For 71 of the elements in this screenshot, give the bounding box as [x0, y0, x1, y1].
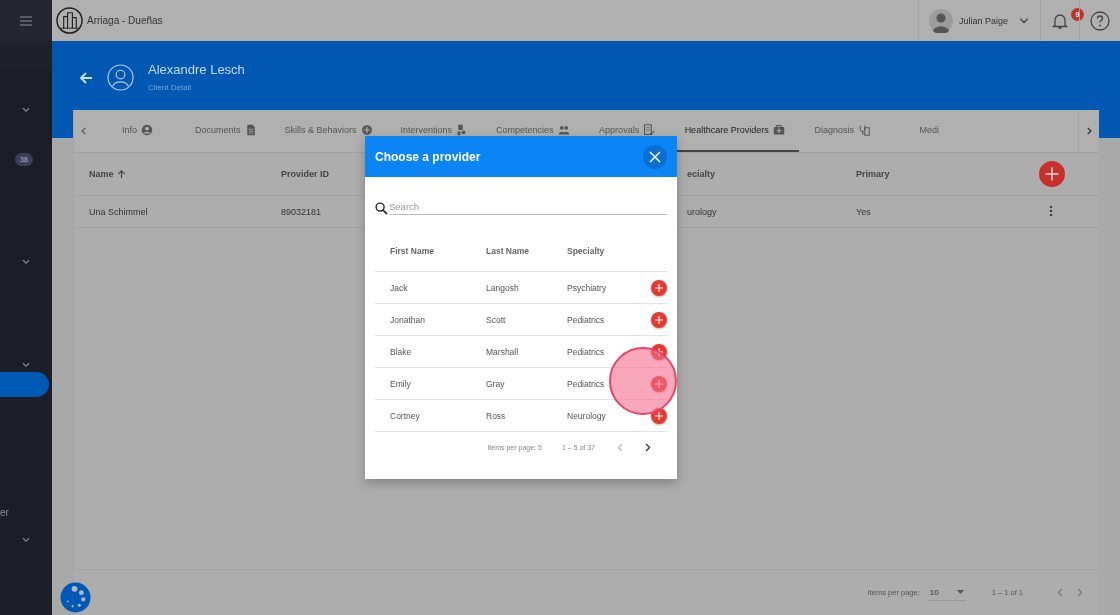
table-cell: Neurology	[567, 410, 606, 421]
chevron-right-icon[interactable]	[1084, 126, 1094, 136]
close-button[interactable]	[643, 144, 667, 169]
add-button[interactable]	[651, 311, 667, 328]
table-cell: urology	[687, 206, 717, 217]
click-highlight	[609, 347, 677, 415]
chevron-down-icon[interactable]	[21, 257, 31, 267]
tab[interactable]: Documents	[181, 110, 271, 152]
table-cell: Marshall	[486, 346, 519, 357]
search-icon	[375, 202, 388, 215]
dots-logo-icon[interactable]	[60, 582, 91, 613]
user-circle-icon	[107, 64, 134, 91]
stethoscope-icon	[857, 124, 870, 136]
table-cell: Una Schimmel	[89, 206, 148, 217]
tab[interactable]: Diagnosis	[798, 110, 886, 152]
nav-item[interactable]	[0, 372, 49, 397]
column-header: Last Name	[486, 246, 529, 256]
column-header: Specialty	[567, 246, 605, 256]
search-field[interactable]: Search	[389, 199, 667, 215]
add-button[interactable]	[651, 343, 667, 360]
column-header[interactable]: Name	[89, 169, 114, 179]
close-icon[interactable]	[649, 150, 661, 163]
table-cell: Jack	[390, 282, 408, 293]
tab[interactable]: Info	[94, 110, 181, 152]
add-button[interactable]	[1039, 161, 1065, 187]
page-subtitle: Client Detail	[148, 83, 193, 92]
nav-label[interactable]: er	[0, 507, 9, 518]
client-name: Alexandre Lesch	[148, 62, 245, 77]
column-header[interactable]: Provider ID	[281, 169, 329, 179]
caret-icon[interactable]	[956, 590, 964, 594]
medical-case-icon	[772, 124, 785, 136]
table-cell: Langosh	[486, 282, 519, 293]
app-title: Arriaga - Dueñas	[87, 15, 164, 26]
back-arrow-icon[interactable]	[79, 71, 93, 85]
column-header[interactable]: ecialty	[687, 169, 716, 179]
dialog-title: Choose a provider	[375, 149, 481, 164]
table-cell: Pediatrics	[567, 378, 605, 389]
table-cell: Pediatrics	[567, 346, 605, 357]
table-cell: Gray	[486, 378, 505, 389]
chevron-down-icon[interactable]	[21, 105, 31, 115]
checklist-icon	[643, 124, 656, 136]
table-cell: 89032181	[281, 206, 322, 217]
chevron-left-icon[interactable]	[79, 126, 89, 136]
column-header: First Name	[390, 246, 434, 256]
table-cell: Scott	[486, 314, 506, 325]
table-cell: Emily	[390, 378, 411, 389]
document-icon	[244, 124, 257, 136]
user-name[interactable]: Julian Paige	[958, 15, 1008, 26]
menu-icon[interactable]	[20, 15, 32, 26]
city-logo-icon	[56, 7, 83, 34]
table-cell: Pediatrics	[567, 314, 605, 325]
add-button[interactable]	[651, 407, 667, 424]
table-cell: Blake	[390, 346, 412, 357]
help-icon[interactable]	[1090, 10, 1110, 31]
table-cell: Jonathan	[390, 314, 425, 325]
table-cell: Yes	[856, 206, 871, 217]
column-header[interactable]: Primary	[856, 169, 890, 179]
table-cell: Cortney	[390, 410, 420, 421]
sort-arrow-icon[interactable]	[116, 169, 126, 179]
add-button[interactable]	[651, 279, 667, 296]
more-options-icon[interactable]	[1049, 204, 1053, 217]
table-cell: Ross	[486, 410, 506, 421]
table-cell: Psychiatry	[567, 282, 607, 293]
person-icon	[141, 124, 153, 136]
chevron-down-icon[interactable]	[21, 360, 31, 370]
avatar-icon[interactable]	[928, 8, 953, 33]
tab[interactable]: Medi	[885, 110, 973, 152]
page-size-select[interactable]: 10	[927, 584, 966, 601]
people-icon	[557, 124, 570, 136]
chevron-down-icon[interactable]	[21, 535, 31, 545]
bell-icon[interactable]	[1051, 11, 1069, 30]
